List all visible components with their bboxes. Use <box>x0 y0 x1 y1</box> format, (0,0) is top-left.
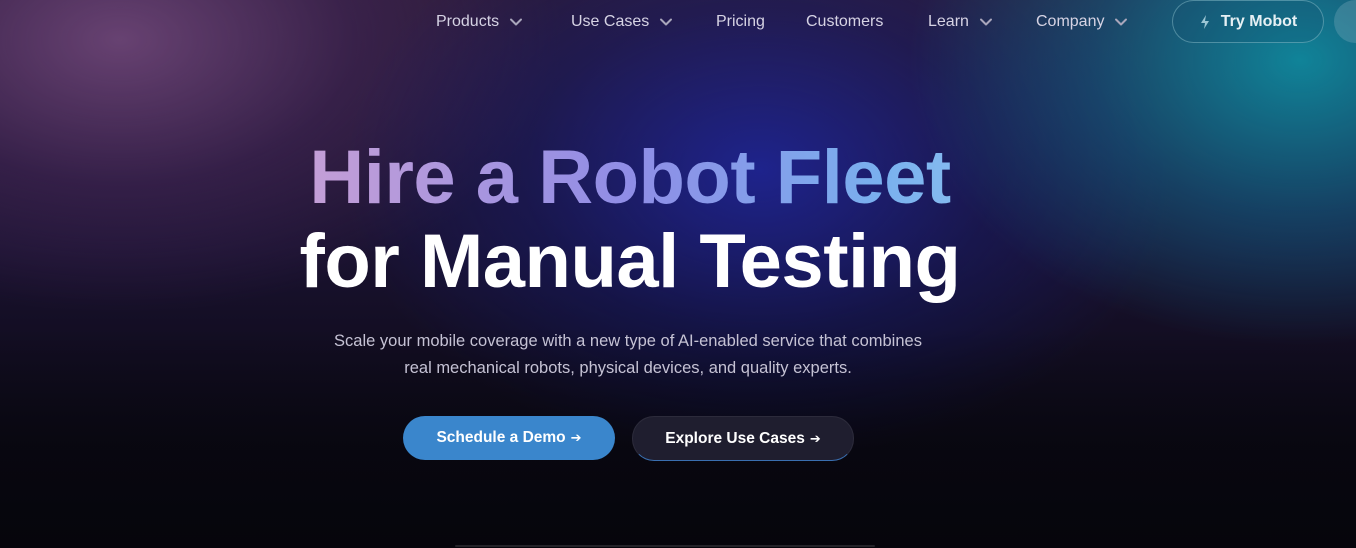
hero-word: Hire <box>309 135 456 220</box>
chevron-down-icon <box>1115 18 1128 26</box>
chevron-down-icon <box>510 18 523 26</box>
nav-item-learn[interactable]: Learn <box>928 10 993 34</box>
nav-item-products[interactable]: Products <box>436 10 523 34</box>
bolt-icon <box>1200 14 1209 29</box>
hero-subtitle-line1: Scale your mobile coverage with a new ty… <box>334 332 922 350</box>
nav-item-pricing[interactable]: Pricing <box>716 10 765 34</box>
nav-item-label: Products <box>436 13 500 30</box>
hero-subtitle: Scale your mobile coverage with a new ty… <box>278 328 978 382</box>
nav-item-label: Use Cases <box>571 13 650 30</box>
nav-item-company[interactable]: Company <box>1036 10 1128 34</box>
nav-item-customers[interactable]: Customers <box>806 10 883 34</box>
arrow-right-icon: ➔ <box>570 430 582 445</box>
nav-edge-button[interactable] <box>1334 0 1356 43</box>
arrow-right-icon: ➔ <box>809 430 821 446</box>
nav-item-label: Learn <box>928 13 969 30</box>
section-divider <box>455 545 875 547</box>
schedule-demo-button[interactable]: Schedule a Demo ➔ <box>403 416 615 460</box>
nav-item-label: Customers <box>806 13 884 30</box>
schedule-demo-label: Schedule a Demo <box>436 429 566 446</box>
top-navigation: Products Use Cases Pricing Customers Lea… <box>0 0 1356 44</box>
chevron-down-icon <box>660 18 673 26</box>
nav-item-label: Company <box>1036 13 1105 30</box>
explore-use-cases-button[interactable]: Explore Use Cases ➔ <box>632 416 854 461</box>
try-mobot-button[interactable]: Try Mobot <box>1172 0 1324 43</box>
hero-headline-line2: for Manual Testing <box>299 219 961 304</box>
hero-subtitle-line2: real mechanical robots, physical devices… <box>404 359 852 377</box>
hero-word: a <box>475 135 518 220</box>
hero-word: Fleet <box>775 135 951 220</box>
hero-word: Robot <box>538 135 756 220</box>
nav-item-label: Pricing <box>716 13 765 30</box>
try-mobot-label: Try Mobot <box>1220 12 1298 30</box>
nav-item-use-cases[interactable]: Use Cases <box>571 10 673 34</box>
chevron-down-icon <box>979 18 992 26</box>
explore-use-cases-label: Explore Use Cases <box>665 429 805 447</box>
hero-headline-line1: Hire a Robot Fleet <box>0 138 1260 218</box>
